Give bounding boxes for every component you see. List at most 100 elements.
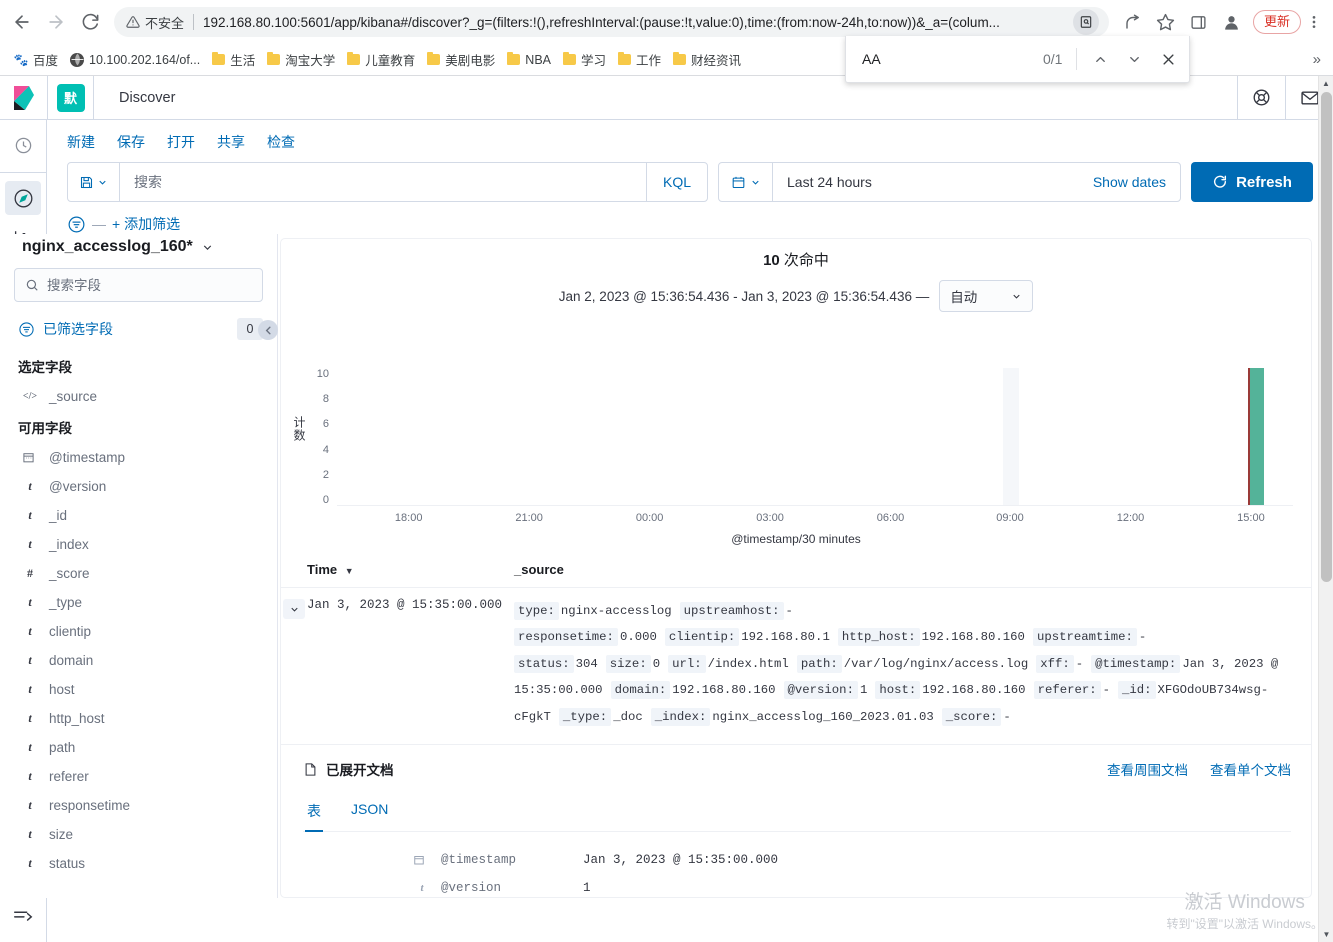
- tab-table[interactable]: 表: [305, 795, 323, 833]
- saved-query-button[interactable]: [68, 163, 120, 201]
- time-picker: Last 24 hours Show dates: [718, 162, 1181, 202]
- field-name: @timestamp: [441, 853, 517, 868]
- back-button[interactable]: [6, 6, 38, 38]
- list-item[interactable]: t clientip: [14, 617, 263, 646]
- profile-avatar-icon[interactable]: [1217, 7, 1247, 37]
- list-item[interactable]: t size: [14, 820, 263, 849]
- list-item[interactable]: t host: [14, 675, 263, 704]
- share-icon[interactable]: [1118, 7, 1148, 37]
- list-item[interactable]: # _score: [14, 559, 263, 588]
- list-item[interactable]: t path: [14, 733, 263, 762]
- search-input[interactable]: [120, 174, 646, 190]
- string-type-icon: t: [28, 769, 32, 783]
- list-item[interactable]: t status: [14, 849, 263, 878]
- chart-bar[interactable]: [1248, 368, 1264, 505]
- action-save[interactable]: 保存: [117, 132, 145, 152]
- update-button[interactable]: 更新: [1252, 10, 1301, 34]
- selected-field-source[interactable]: </> _source: [14, 382, 263, 411]
- scrollbar-thumb[interactable]: [1321, 92, 1332, 582]
- filtered-fields-toggle[interactable]: 已筛选字段 0: [14, 316, 263, 350]
- page-scrollbar[interactable]: ▲ ▼: [1318, 76, 1333, 942]
- kibana-logo[interactable]: [0, 75, 48, 120]
- find-close-icon[interactable]: [1151, 42, 1185, 76]
- chart-x-axis-title: @timestamp/30 minutes: [731, 532, 861, 546]
- field-label: _id: [49, 508, 68, 523]
- list-item[interactable]: t _id: [14, 501, 263, 530]
- reload-button[interactable]: [74, 6, 106, 38]
- add-filter-button[interactable]: + 添加筛选: [112, 214, 180, 234]
- list-item[interactable]: t http_host: [14, 704, 263, 733]
- header-time-col[interactable]: Time ▼: [307, 562, 514, 577]
- view-surrounding-documents-link[interactable]: 查看周围文档: [1107, 759, 1188, 779]
- recently-viewed-icon[interactable]: [5, 128, 41, 162]
- source-field-value: 192.168.80.160: [922, 683, 1026, 698]
- bookmark-item[interactable]: 财经资讯: [667, 48, 747, 71]
- string-type-icon: t: [28, 508, 32, 522]
- list-item[interactable]: t referer: [14, 762, 263, 791]
- bookmark-item[interactable]: 工作: [612, 48, 667, 71]
- action-open[interactable]: 打开: [167, 132, 195, 152]
- collapse-sidebar-icon[interactable]: [258, 320, 278, 340]
- document-icon: [305, 763, 316, 776]
- bookmark-item[interactable]: 淘宝大学: [261, 48, 341, 71]
- row-expand-toggle[interactable]: [281, 598, 307, 730]
- calendar-icon[interactable]: [719, 163, 773, 201]
- show-dates-link[interactable]: Show dates: [1093, 174, 1180, 190]
- scroll-down-icon[interactable]: ▼: [1319, 927, 1333, 942]
- action-new[interactable]: 新建: [67, 132, 95, 152]
- find-previous-icon[interactable]: [1083, 42, 1117, 76]
- tab-json[interactable]: JSON: [349, 795, 390, 831]
- bookmarks-overflow-icon[interactable]: »: [1313, 51, 1325, 68]
- space-avatar[interactable]: 默: [48, 75, 94, 120]
- field-search-input[interactable]: [47, 277, 252, 293]
- action-share[interactable]: 共享: [217, 132, 245, 152]
- string-type-icon: t: [28, 798, 32, 812]
- bookmark-item[interactable]: NBA: [501, 51, 557, 69]
- action-inspect[interactable]: 检查: [267, 132, 295, 152]
- list-item[interactable]: @timestamp: [14, 443, 263, 472]
- breadcrumb[interactable]: Discover: [94, 90, 175, 106]
- scroll-up-icon[interactable]: ▲: [1319, 76, 1333, 91]
- field-label: clientip: [49, 624, 92, 639]
- list-item[interactable]: t _type: [14, 588, 263, 617]
- y-tick: 8: [322, 393, 329, 406]
- bookmark-item[interactable]: 🐾 百度: [8, 48, 64, 71]
- forward-button[interactable]: [40, 6, 72, 38]
- source-field-key: size:: [605, 654, 651, 673]
- side-panel-icon[interactable]: [1184, 7, 1214, 37]
- sort-desc-icon[interactable]: ▼: [345, 566, 354, 576]
- bookmark-item[interactable]: 美剧电影: [421, 48, 501, 71]
- bookmark-item[interactable]: 10.100.202.164/of...: [64, 51, 206, 69]
- chrome-menu-icon[interactable]: [1301, 7, 1327, 37]
- folder-icon: [618, 52, 632, 65]
- list-item[interactable]: t @version: [14, 472, 263, 501]
- field-search-box[interactable]: [14, 268, 263, 302]
- bookmark-item[interactable]: 生活: [206, 48, 261, 71]
- chart-bar[interactable]: [1003, 368, 1020, 505]
- bookmark-item[interactable]: 学习: [557, 48, 612, 71]
- query-language-badge[interactable]: KQL: [645, 163, 707, 201]
- time-range-label[interactable]: Last 24 hours: [773, 174, 1093, 190]
- folder-icon: [427, 52, 441, 65]
- address-bar[interactable]: 不安全 192.168.80.100:5601/app/kibana#/disc…: [114, 7, 1109, 37]
- interval-select[interactable]: 自动: [939, 280, 1034, 312]
- list-item[interactable]: t responsetime: [14, 791, 263, 820]
- find-input[interactable]: [862, 51, 1043, 67]
- filter-options-icon[interactable]: [67, 215, 86, 234]
- index-pattern-selector[interactable]: nginx_accesslog_160*: [14, 234, 263, 268]
- collapse-nav-icon[interactable]: [5, 898, 41, 932]
- page-search-icon[interactable]: [1072, 9, 1099, 35]
- bookmark-star-icon[interactable]: [1151, 7, 1181, 37]
- source-field-key: upstreamhost:: [679, 602, 784, 620]
- list-item[interactable]: t _index: [14, 530, 263, 559]
- find-next-icon[interactable]: [1117, 42, 1151, 76]
- sidebar-item-discover[interactable]: [5, 181, 41, 215]
- view-single-document-link[interactable]: 查看单个文档: [1210, 759, 1291, 779]
- y-tick: 4: [322, 443, 329, 456]
- hit-count-value: 10: [763, 252, 780, 269]
- help-icon[interactable]: [1237, 75, 1285, 120]
- bookmark-item[interactable]: 儿童教育: [341, 48, 421, 71]
- list-item[interactable]: t domain: [14, 646, 263, 675]
- chart-plot-area[interactable]: [337, 368, 1293, 506]
- refresh-button[interactable]: Refresh: [1191, 162, 1313, 202]
